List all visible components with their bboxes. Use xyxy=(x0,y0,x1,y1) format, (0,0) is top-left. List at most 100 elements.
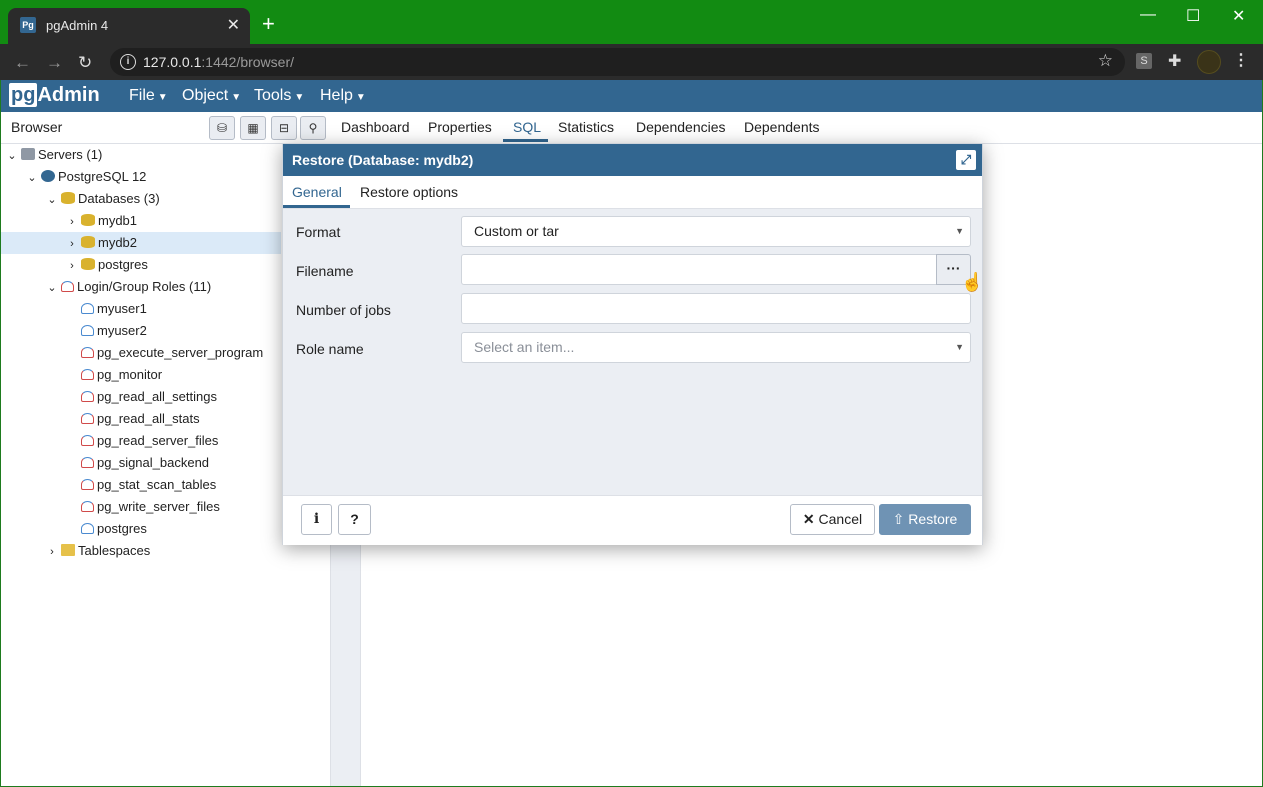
user-icon xyxy=(81,303,94,314)
chevron-right-icon[interactable]: › xyxy=(65,255,79,277)
close-icon: ✕ xyxy=(802,511,815,527)
chevron-down-icon: ▼ xyxy=(157,92,168,103)
restore-button[interactable]: ⇧ Restore xyxy=(879,504,971,535)
maximize-icon[interactable]: ⤢ xyxy=(956,150,976,170)
format-select[interactable]: Custom or tar ▼ xyxy=(461,216,971,247)
tab-sql[interactable]: SQL xyxy=(513,119,541,135)
tree-node-servers[interactable]: ⌄ Servers (1) xyxy=(5,144,102,166)
number-of-jobs-input[interactable] xyxy=(461,293,971,324)
browser-panel-title: Browser xyxy=(11,119,63,135)
site-info-icon[interactable]: i xyxy=(120,54,136,70)
roles-icon xyxy=(61,281,74,292)
tab-general[interactable]: General xyxy=(292,184,342,200)
number-of-jobs-label: Number of jobs xyxy=(296,302,391,318)
close-window-icon[interactable]: ✕ xyxy=(1232,6,1245,26)
browser-panel-header: Browser ⛁ ▦ ⊟ ⚲ xyxy=(1,112,330,144)
profile-avatar[interactable] xyxy=(1197,50,1221,74)
query-tool-icon[interactable]: ⛁ xyxy=(209,116,235,140)
forward-arrow-icon[interactable]: → xyxy=(46,53,63,73)
filename-input[interactable] xyxy=(461,254,937,285)
dialog-tabs: General Restore options xyxy=(283,176,982,209)
tab-dependencies[interactable]: Dependencies xyxy=(636,119,726,135)
selected-row-highlight xyxy=(1,232,281,254)
dialog-header[interactable]: Restore (Database: mydb2) ⤢ xyxy=(283,144,982,176)
tree-node-myuser2[interactable]: myuser2 xyxy=(79,320,147,342)
group-role-icon xyxy=(81,457,94,468)
tree-node-postgres-role[interactable]: postgres xyxy=(79,518,147,540)
servers-icon xyxy=(21,148,35,160)
menu-tools[interactable]: Tools ▼ xyxy=(254,87,304,105)
chevron-down-icon: ▼ xyxy=(231,92,242,103)
tree-node-pg-read-all-settings[interactable]: pg_read_all_settings xyxy=(79,386,217,408)
dropdown-caret-icon: ▼ xyxy=(955,342,964,352)
chevron-right-icon[interactable]: › xyxy=(45,541,59,563)
browser-tab-title: pgAdmin 4 xyxy=(46,18,109,33)
main-tabs: Dashboard Properties SQL Statistics Depe… xyxy=(331,112,1262,144)
maximize-window-icon[interactable]: ☐ xyxy=(1186,6,1200,26)
menu-file[interactable]: File ▼ xyxy=(129,87,168,105)
extensions-puzzle-icon[interactable]: ✚ xyxy=(1168,51,1181,71)
postgres-server-icon xyxy=(41,170,55,182)
chevron-down-icon[interactable]: ⌄ xyxy=(5,145,19,167)
tree-node-pg-monitor[interactable]: pg_monitor xyxy=(79,364,162,386)
role-name-label: Role name xyxy=(296,341,364,357)
tree-node-pg-read-all-stats[interactable]: pg_read_all_stats xyxy=(79,408,200,430)
chevron-down-icon[interactable]: ⌄ xyxy=(25,167,39,189)
browser-toolbar: ← → ↻ i 127.0.0.1:1442/browser/ ☆ xyxy=(0,44,1263,80)
address-bar[interactable]: i 127.0.0.1:1442/browser/ ☆ xyxy=(110,48,1125,76)
tree-node-login-group-roles[interactable]: ⌄ Login/Group Roles (11) xyxy=(45,276,211,298)
tree-node-pg-execute-server-program[interactable]: pg_execute_server_program xyxy=(79,342,263,364)
back-arrow-icon[interactable]: ← xyxy=(14,53,31,73)
tab-restore-options[interactable]: Restore options xyxy=(360,184,458,200)
format-label: Format xyxy=(296,224,341,240)
tree-node-pg-signal-backend[interactable]: pg_signal_backend xyxy=(79,452,209,474)
extension-s-icon[interactable]: S xyxy=(1136,53,1152,69)
close-tab-icon[interactable]: ✕ xyxy=(227,15,240,35)
database-icon xyxy=(81,258,95,270)
group-role-icon xyxy=(81,391,94,402)
tree-node-tablespaces[interactable]: › Tablespaces xyxy=(45,540,150,562)
database-icon xyxy=(81,236,95,248)
reload-icon[interactable]: ↻ xyxy=(78,53,92,73)
tree-node-pg-stat-scan-tables[interactable]: pg_stat_scan_tables xyxy=(79,474,216,496)
dialog-footer: i ? ✕ Cancel ⇧ Restore xyxy=(283,495,982,545)
group-role-icon xyxy=(81,479,94,490)
help-button[interactable]: ? xyxy=(338,504,371,535)
tree-node-databases[interactable]: ⌄ Databases (3) xyxy=(45,188,159,211)
group-role-icon xyxy=(81,369,94,380)
active-tab-indicator xyxy=(503,139,548,142)
browser-tab[interactable]: Pg pgAdmin 4 ✕ xyxy=(8,8,250,44)
restore-dialog: Restore (Database: mydb2) ⤢ General Rest… xyxy=(282,143,983,545)
tab-properties[interactable]: Properties xyxy=(428,119,492,135)
chevron-right-icon[interactable]: › xyxy=(65,211,79,233)
chevron-down-icon[interactable]: ⌄ xyxy=(45,277,59,299)
view-data-icon[interactable]: ▦ xyxy=(240,116,266,140)
cancel-button[interactable]: ✕ Cancel xyxy=(790,504,875,535)
info-button[interactable]: i xyxy=(301,504,332,535)
pgadmin-navbar: pg Admin File ▼ Object ▼ Tools ▼ Help ▼ xyxy=(1,80,1262,112)
chevron-right-icon[interactable]: › xyxy=(65,233,79,255)
bookmark-star-icon[interactable]: ☆ xyxy=(1098,51,1113,71)
menu-object[interactable]: Object ▼ xyxy=(182,87,241,105)
url-text: 127.0.0.1:1442/browser/ xyxy=(143,54,294,70)
minimize-window-icon[interactable]: — xyxy=(1140,6,1156,24)
user-icon xyxy=(81,325,94,336)
group-role-icon xyxy=(81,501,94,512)
tree-node-myuser1[interactable]: myuser1 xyxy=(79,298,147,320)
menu-help[interactable]: Help ▼ xyxy=(320,87,366,105)
tree-node-mydb2[interactable]: › mydb2 xyxy=(65,232,137,254)
tab-dependents[interactable]: Dependents xyxy=(744,119,820,135)
tab-statistics[interactable]: Statistics xyxy=(558,119,614,135)
tree-node-postgres-db[interactable]: › postgres xyxy=(65,254,148,276)
tree-node-pg-read-server-files[interactable]: pg_read_server_files xyxy=(79,430,218,452)
new-tab-icon[interactable]: + xyxy=(262,13,275,35)
chrome-menu-icon[interactable]: ⋮ xyxy=(1233,50,1249,70)
tree-node-mydb1[interactable]: › mydb1 xyxy=(65,210,137,232)
tab-dashboard[interactable]: Dashboard xyxy=(341,119,410,135)
filtered-rows-icon[interactable]: ⊟ xyxy=(271,116,297,140)
tree-node-pg-write-server-files[interactable]: pg_write_server_files xyxy=(79,496,220,518)
chevron-down-icon[interactable]: ⌄ xyxy=(45,189,59,211)
role-name-select[interactable]: Select an item... ▼ xyxy=(461,332,971,363)
search-objects-icon[interactable]: ⚲ xyxy=(300,116,326,140)
tree-node-postgresql-12[interactable]: ⌄ PostgreSQL 12 xyxy=(25,166,146,188)
